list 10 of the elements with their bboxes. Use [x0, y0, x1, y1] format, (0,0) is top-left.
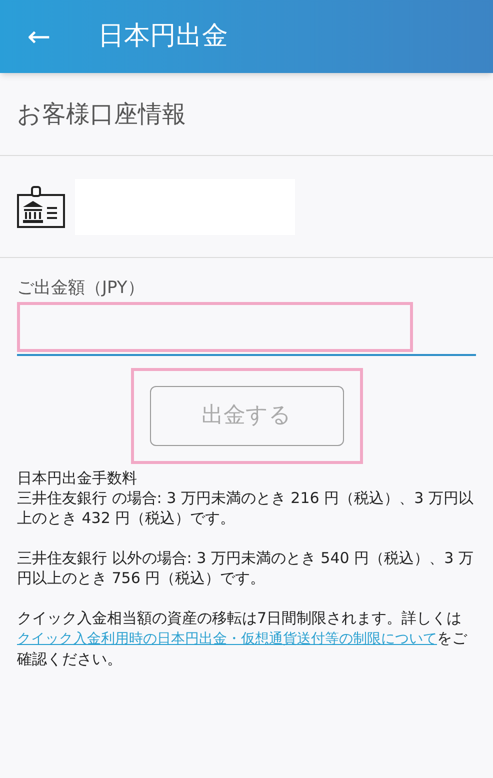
fee-text: 三井住友銀行 の場合: 3 万円未満のとき 216 円（税込）、3 万円以上のとき 432 円（税込）です。 — [17, 488, 474, 528]
fee-text: 三井住友銀行 以外の場合: 3 万円未満のとき 540 円（税込）、3 万円以上のとき 756 円（税込）です。 — [17, 548, 474, 588]
notice-text: クイック入金相当額の資産の移転は7日間制限されます。詳しくは クイック入金利用時の日本円出金・仮想通貨送付等の制限について をご確認ください。 — [17, 608, 468, 668]
screen-title: 日本円出金 — [98, 20, 228, 53]
amount-label: ご出金額（JPY） — [17, 277, 146, 300]
section-title: お客様口座情報 — [17, 99, 186, 130]
fee-title: 日本円出金手数料 — [17, 468, 138, 488]
back-button[interactable]: ← — [24, 16, 54, 58]
restriction-link[interactable]: クイック入金利用時の日本円出金・仮想通貨送付等の制限について — [17, 630, 437, 646]
bank-card-icon — [17, 184, 65, 228]
